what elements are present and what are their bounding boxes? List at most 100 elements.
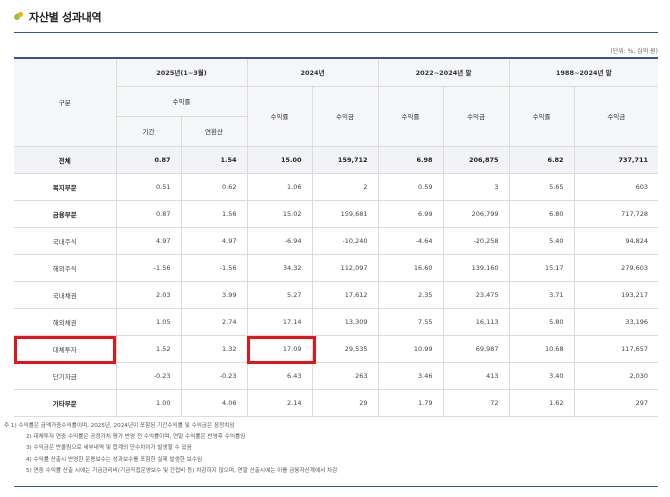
header-2022-return-rate: 수익률 xyxy=(377,86,444,147)
cell: 6.82 xyxy=(508,146,575,174)
cell: 4.06 xyxy=(180,389,248,417)
cell: -20,258 xyxy=(442,227,510,255)
unit-label: (단위: %, 십억 원) xyxy=(610,48,658,55)
cell: 139,160 xyxy=(442,254,510,282)
header-2025-annualized: 연환산 xyxy=(180,116,248,147)
footnote: 4) 수익률 산출시 반영한 운용보수는 성과보수를 포함한 실제 발생한 보수… xyxy=(26,456,203,463)
cell: 112,097 xyxy=(311,254,379,282)
header-2025: 2025년(1~3월) xyxy=(115,58,248,87)
header-2024-return-amount: 수익금 xyxy=(311,86,379,147)
cell: 34.32 xyxy=(246,254,313,282)
cell: 33,196 xyxy=(573,308,659,336)
cell: 15.00 xyxy=(246,146,313,174)
cell: 15.02 xyxy=(246,200,313,228)
row-label: 해외주식 xyxy=(14,254,116,282)
leaf-icon xyxy=(14,12,24,22)
header-2025-return-rate: 수익률 xyxy=(115,86,248,117)
cell: 1.79 xyxy=(377,389,444,417)
cell: 737,711 xyxy=(573,146,659,174)
table-row: 기타부문 1.00 4.06 2.14 29 1.79 72 1.62 297 xyxy=(14,389,659,417)
row-label: 국내주식 xyxy=(14,227,116,255)
footnotes: 주 1) 수익률은 금액가중수익률이며, 2025년, 2024년이 포함된 기… xyxy=(4,421,337,477)
row-label: 단기자금 xyxy=(14,362,116,390)
cell: 6.80 xyxy=(508,200,575,228)
cell: 15.17 xyxy=(508,254,575,282)
row-label: 기타부문 xyxy=(14,389,116,417)
cell: 1.00 xyxy=(115,389,181,417)
cell: 159,712 xyxy=(311,146,379,174)
cell: -0.23 xyxy=(115,362,181,390)
cell: 717,728 xyxy=(573,200,659,228)
header-2022-return-amount: 수익금 xyxy=(442,86,510,147)
cell: 17.14 xyxy=(246,308,313,336)
cell: 1.32 xyxy=(180,335,248,363)
cell: 6.99 xyxy=(377,200,444,228)
highlight-box-alternative-label xyxy=(14,336,116,364)
row-label: 금융부문 xyxy=(14,200,116,228)
cell: 297 xyxy=(573,389,659,417)
cell: -6.94 xyxy=(246,227,313,255)
cell: 3.46 xyxy=(377,362,444,390)
cell: 2 xyxy=(311,173,379,201)
cell: 16.60 xyxy=(377,254,444,282)
cell: 5.65 xyxy=(508,173,575,201)
cell: 72 xyxy=(442,389,510,417)
cell: 1.06 xyxy=(246,173,313,201)
footnote: 2) 대체투자 연중 수익률은 공정가치 평가 반영 전 수익률이며, 연말 수… xyxy=(26,434,246,441)
header-2024: 2024년 xyxy=(246,58,379,87)
table-row: 단기자금 -0.23 -0.23 6.43 263 3.46 413 3.40 … xyxy=(14,362,659,390)
cell: 0.62 xyxy=(180,173,248,201)
table-row: 국내주식 4.97 4.97 -6.94 -10,240 -4.64 -20,2… xyxy=(14,227,659,255)
cell: 3 xyxy=(442,173,510,201)
cell: 17,612 xyxy=(311,281,379,309)
cell: 2.74 xyxy=(180,308,248,336)
cell: 5.80 xyxy=(508,308,575,336)
cell: 1.56 xyxy=(180,200,248,228)
cell: 206,799 xyxy=(442,200,510,228)
cell: 193,217 xyxy=(573,281,659,309)
row-label: 전체 xyxy=(14,146,116,174)
cell: 13,309 xyxy=(311,308,379,336)
footnote: 주 1) 수익률은 금액가중수익률이며, 2025년, 2024년이 포함된 기… xyxy=(4,423,235,429)
cell: 3.99 xyxy=(180,281,248,309)
header-1988-return-amount: 수익금 xyxy=(573,86,659,147)
table-row: 복지부문 0.51 0.62 1.06 2 0.59 3 5.65 603 xyxy=(14,173,659,201)
cell: 29,535 xyxy=(311,335,379,363)
cell: -0.23 xyxy=(180,362,248,390)
cell: 6.98 xyxy=(377,146,444,174)
cell: 0.51 xyxy=(115,173,181,201)
cell: 6.43 xyxy=(246,362,313,390)
cell: 23,475 xyxy=(442,281,510,309)
cell: 2.14 xyxy=(246,389,313,417)
cell: 603 xyxy=(573,173,659,201)
header-category: 구분 xyxy=(14,58,116,147)
table-row: 해외채권 1.05 2.74 17.14 13,309 7.55 16,113 … xyxy=(14,308,659,336)
cell: 1.54 xyxy=(180,146,248,174)
cell: 29 xyxy=(311,389,379,417)
cell: 0.59 xyxy=(377,173,444,201)
section-title: 자산별 성과내역 xyxy=(14,9,102,25)
header-2024-return-rate: 수익률 xyxy=(246,86,313,147)
footnote: 3) 수익금은 반올림으로 세부내역 및 합계의 단수차이가 발생할 수 있음 xyxy=(26,445,192,452)
header-1988-return-rate: 수익률 xyxy=(508,86,575,147)
cell: 1.52 xyxy=(115,335,181,363)
cell: 16,113 xyxy=(442,308,510,336)
bottom-divider xyxy=(14,486,658,487)
footnote: 5) 연중 수익률 산출 시에는 기금관리비(기금직접운영보수 및 간접비 등)… xyxy=(26,467,338,474)
cell: -10,240 xyxy=(311,227,379,255)
table-row: 국내채권 2.03 3.99 5.27 17,612 2.35 23,475 3… xyxy=(14,281,659,309)
cell: -1.56 xyxy=(180,254,248,282)
cell: 413 xyxy=(442,362,510,390)
cell: 1.62 xyxy=(508,389,575,417)
cell: 1.05 xyxy=(115,308,181,336)
cell: 3.71 xyxy=(508,281,575,309)
section-title-text: 자산별 성과내역 xyxy=(29,11,102,24)
cell: 5.40 xyxy=(508,227,575,255)
highlight-box-alternative-return xyxy=(247,336,316,364)
cell: 69,987 xyxy=(442,335,510,363)
cell: 2.35 xyxy=(377,281,444,309)
row-label: 복지부문 xyxy=(14,173,116,201)
cell: 0.87 xyxy=(115,200,181,228)
cell: 117,657 xyxy=(573,335,659,363)
cell: 279,603 xyxy=(573,254,659,282)
